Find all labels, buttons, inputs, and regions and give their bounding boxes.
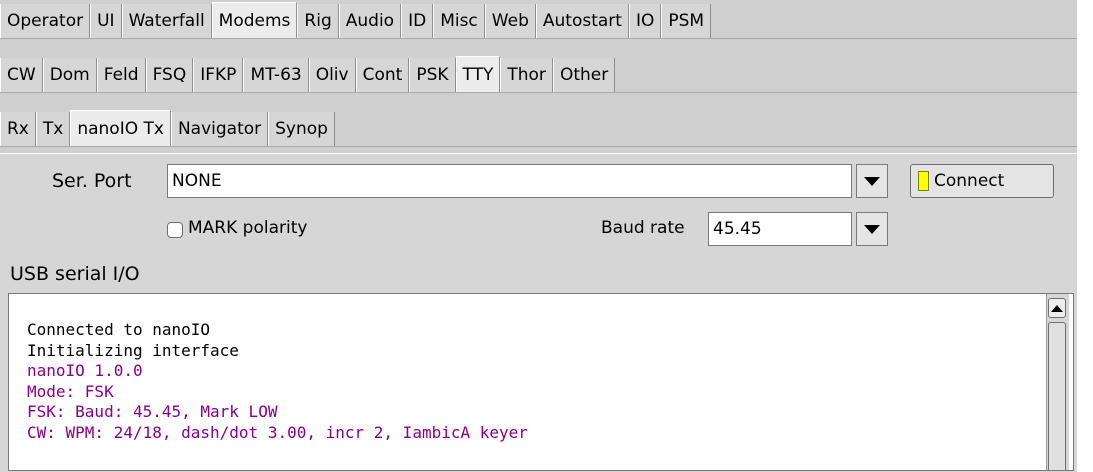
usb-serial-io-title: USB serial I/O [10, 263, 140, 285]
tab-navigator[interactable]: Navigator [170, 112, 269, 146]
tab-ui[interactable]: UI [90, 4, 122, 38]
connect-button-label: Connect [934, 171, 1005, 191]
tab-nanoio-tx[interactable]: nanoIO Tx [70, 110, 171, 146]
log-line: Connected to nanoIO [27, 320, 211, 339]
connect-button[interactable]: Connect [910, 164, 1054, 198]
tab-io[interactable]: IO [628, 4, 662, 38]
usb-serial-io-log[interactable]: Connected to nanoIO Initializing interfac… [8, 293, 1074, 471]
log-line: FSK: Baud: 45.45, Mark LOW [27, 402, 278, 421]
tab-psm[interactable]: PSM [661, 4, 712, 38]
baud-rate-input[interactable]: 45.45 [708, 212, 852, 246]
mark-polarity-label: MARK polarity [188, 218, 308, 238]
chevron-down-icon [864, 176, 880, 186]
tab-thor[interactable]: Thor [500, 58, 553, 92]
tab-cw[interactable]: CW [0, 58, 43, 92]
log-lines: Connected to nanoIO Initializing interfac… [27, 320, 528, 443]
chevron-down-icon [864, 224, 880, 234]
tty-subtabs: Rx Tx nanoIO Tx Navigator Synop [0, 110, 1077, 146]
log-line: Mode: FSK [27, 381, 114, 401]
tab-other[interactable]: Other [552, 58, 616, 92]
tab-ifkp[interactable]: IFKP [193, 58, 244, 92]
configuration-window: Operator UI Waterfall Modems Rig Audio ID Misc W… [0, 0, 1077, 472]
log-scrollbar[interactable] [1046, 294, 1069, 470]
serial-port-input[interactable]: NONE [167, 164, 852, 198]
log-line: CW: WPM: 24/18, dash/dot 3.00, incr 2, I… [27, 422, 528, 442]
tab-waterfall[interactable]: Waterfall [121, 4, 212, 38]
main-tabs: Operator UI Waterfall Modems Rig Audio ID Misc W… [0, 2, 1077, 38]
log-line: Initializing interface [27, 340, 239, 360]
serial-port-value: NONE [172, 171, 222, 191]
serial-port-label: Ser. Port [52, 170, 132, 192]
tab-oliv[interactable]: Oliv [308, 58, 356, 92]
tab-mt-63[interactable]: MT-63 [243, 58, 309, 92]
tab-autostart[interactable]: Autostart [535, 4, 629, 38]
tab-tx[interactable]: Tx [35, 112, 71, 146]
connection-status-led-icon [918, 171, 929, 191]
tab-modems[interactable]: Modems [211, 2, 298, 38]
log-line: nanoIO 1.0.0 [27, 361, 143, 380]
tab-cont[interactable]: Cont [355, 58, 410, 92]
scroll-thumb[interactable] [1048, 322, 1066, 470]
tab-synop[interactable]: Synop [268, 112, 335, 146]
tab-web[interactable]: Web [484, 4, 536, 38]
modem-tabs: CW Dom Feld FSQ IFKP MT-63 Oliv Cont PSK TTY Thor O… [0, 56, 1077, 92]
serial-port-dropdown-button[interactable] [856, 164, 888, 198]
tab-psk[interactable]: PSK [409, 58, 456, 92]
tab-rig[interactable]: Rig [297, 4, 339, 38]
tab-id[interactable]: ID [401, 4, 434, 38]
tab-operator[interactable]: Operator [0, 4, 91, 38]
baud-rate-dropdown-button[interactable] [856, 212, 888, 246]
tab-audio[interactable]: Audio [338, 4, 402, 38]
tab-tty[interactable]: TTY [455, 56, 501, 92]
tab-misc[interactable]: Misc [433, 4, 485, 38]
scroll-up-button[interactable] [1048, 298, 1066, 318]
baud-rate-value: 45.45 [713, 219, 762, 239]
baud-rate-label: Baud rate [601, 218, 685, 238]
tab-dom[interactable]: Dom [42, 58, 97, 92]
chevron-up-icon [1051, 304, 1063, 312]
mark-polarity-checkbox[interactable] [167, 222, 183, 238]
tab-fsq[interactable]: FSQ [145, 58, 194, 92]
window-right-margin [1077, 0, 1093, 471]
tab-feld[interactable]: Feld [96, 58, 146, 92]
tab-rx[interactable]: Rx [0, 112, 36, 146]
